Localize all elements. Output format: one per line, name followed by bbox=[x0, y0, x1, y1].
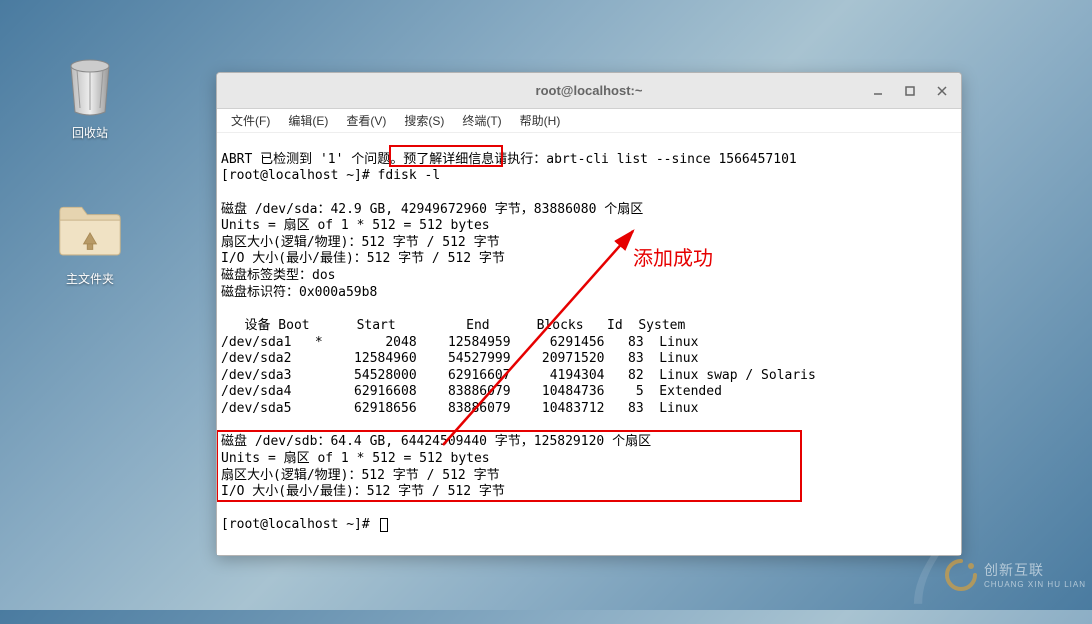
line-part-4: /dev/sda5 62918656 83886079 10483712 83 … bbox=[221, 401, 698, 416]
menu-edit[interactable]: 编辑(E) bbox=[280, 110, 336, 131]
menu-search[interactable]: 搜索(S) bbox=[396, 110, 452, 131]
line-units-b: Units = 扇区 of 1 * 512 = 512 bytes bbox=[221, 451, 490, 466]
maximize-button[interactable] bbox=[897, 80, 923, 102]
line-abrt: ABRT 已检测到 '1' 个问题。预了解详细信息请执行：abrt-cli li… bbox=[221, 152, 797, 167]
line-prompt2: [root@localhost ~]# bbox=[221, 517, 388, 532]
line-part-3: /dev/sda4 62916608 83886079 10484736 5 E… bbox=[221, 384, 722, 399]
menu-terminal[interactable]: 终端(T) bbox=[454, 110, 509, 131]
line-units-a: Units = 扇区 of 1 * 512 = 512 bytes bbox=[221, 218, 490, 233]
menu-view[interactable]: 查看(V) bbox=[338, 110, 394, 131]
watermark: 7 创新互联 CHUANG XIN HU LIAN bbox=[898, 543, 1086, 606]
line-part-2: /dev/sda3 54528000 62916607 4194304 82 L… bbox=[221, 368, 816, 383]
folder-home-icon bbox=[58, 200, 122, 264]
terminal-body[interactable]: ABRT 已检测到 '1' 个问题。预了解详细信息请执行：abrt-cli li… bbox=[217, 133, 961, 555]
line-part-0: /dev/sda1 * 2048 12584959 6291456 83 Lin… bbox=[221, 335, 698, 350]
close-button[interactable] bbox=[929, 80, 955, 102]
line-disk-b: 磁盘 /dev/sdb：64.4 GB, 64424509440 字节，1258… bbox=[221, 434, 651, 449]
desktop-icon-home[interactable]: 主文件夹 bbox=[40, 200, 140, 287]
line-part-header: 设备 Boot Start End Blocks Id System bbox=[221, 318, 685, 333]
watermark-text: 创新互联 bbox=[984, 562, 1044, 578]
home-folder-label: 主文件夹 bbox=[40, 270, 140, 287]
line-disk-a: 磁盘 /dev/sda：42.9 GB, 42949672960 字节，8388… bbox=[221, 202, 643, 217]
line-label-type: 磁盘标签类型：dos bbox=[221, 268, 335, 283]
trash-label: 回收站 bbox=[40, 124, 140, 141]
minimize-button[interactable] bbox=[865, 80, 891, 102]
line-sector-b: 扇区大小(逻辑/物理)：512 字节 / 512 字节 bbox=[221, 468, 500, 483]
trash-icon bbox=[58, 54, 122, 118]
annotation-success-text: 添加成功 bbox=[633, 247, 713, 273]
menu-help[interactable]: 帮助(H) bbox=[512, 110, 569, 131]
line-part-1: /dev/sda2 12584960 54527999 20971520 83 … bbox=[221, 351, 698, 366]
titlebar[interactable]: root@localhost:~ bbox=[217, 73, 961, 109]
watermark-7-icon: 7 bbox=[898, 543, 948, 606]
menubar: 文件(F) 编辑(E) 查看(V) 搜索(S) 终端(T) 帮助(H) bbox=[217, 109, 961, 133]
line-io-a: I/O 大小(最小/最佳)：512 字节 / 512 字节 bbox=[221, 251, 505, 266]
watermark-subtext: CHUANG XIN HU LIAN bbox=[984, 580, 1086, 589]
window-title: root@localhost:~ bbox=[217, 83, 961, 98]
desktop-icon-trash[interactable]: 回收站 bbox=[40, 54, 140, 141]
line-io-b: I/O 大小(最小/最佳)：512 字节 / 512 字节 bbox=[221, 484, 505, 499]
terminal-window: root@localhost:~ 文件(F) 编辑(E) 查看(V) 搜索(S)… bbox=[216, 72, 962, 556]
menu-file[interactable]: 文件(F) bbox=[223, 110, 278, 131]
watermark-logo-icon bbox=[944, 558, 978, 592]
line-sector-a: 扇区大小(逻辑/物理)：512 字节 / 512 字节 bbox=[221, 235, 500, 250]
cursor bbox=[380, 518, 388, 532]
line-prompt1: [root@localhost ~]# fdisk -l bbox=[221, 168, 440, 183]
line-disk-ident: 磁盘标识符：0x000a59b8 bbox=[221, 285, 377, 300]
